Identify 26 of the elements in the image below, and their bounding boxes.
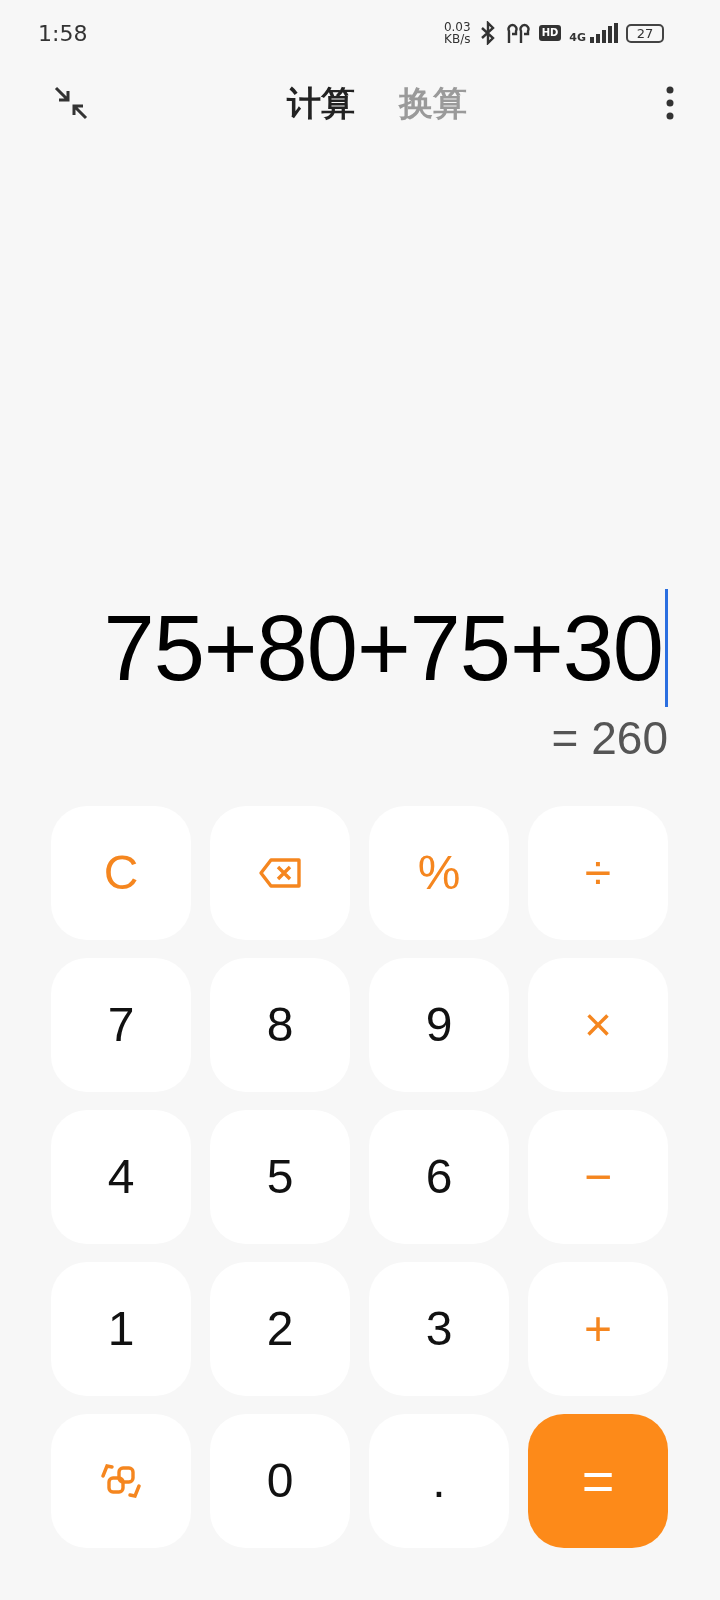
swap-icon [101,1462,141,1500]
battery-indicator: 27 [626,23,664,43]
signal-icon [590,23,618,43]
network-speed: 0.03 KB/s [443,21,471,45]
digit-key[interactable]: 8 [210,958,350,1092]
earbuds-icon [504,21,531,45]
more-options-icon[interactable] [666,86,674,120]
tab[interactable]: 计算 [265,77,377,129]
digit-key[interactable]: 3 [369,1262,509,1396]
digit-key[interactable]: 5 [210,1110,350,1244]
digit-key[interactable]: 9 [369,958,509,1092]
result: = 260 [551,710,668,766]
digit-key[interactable]: 7 [51,958,191,1092]
backspace-icon [257,856,303,890]
expression: 75+80+75+30 [103,601,663,694]
digit-key[interactable]: 6 [369,1110,509,1244]
digit-key[interactable]: 1 [51,1262,191,1396]
digit-key[interactable]: 2 [210,1262,350,1396]
digit-key[interactable]: . [369,1414,509,1548]
collapse-icon[interactable] [54,86,88,120]
hd-badge: HD [538,25,562,41]
network-type: 4G [569,32,586,43]
digit-key[interactable]: 4 [51,1110,191,1244]
clock: 1:58 [38,19,88,48]
mode-switch-key[interactable] [51,1414,191,1548]
digit-key[interactable]: 0 [210,1414,350,1548]
